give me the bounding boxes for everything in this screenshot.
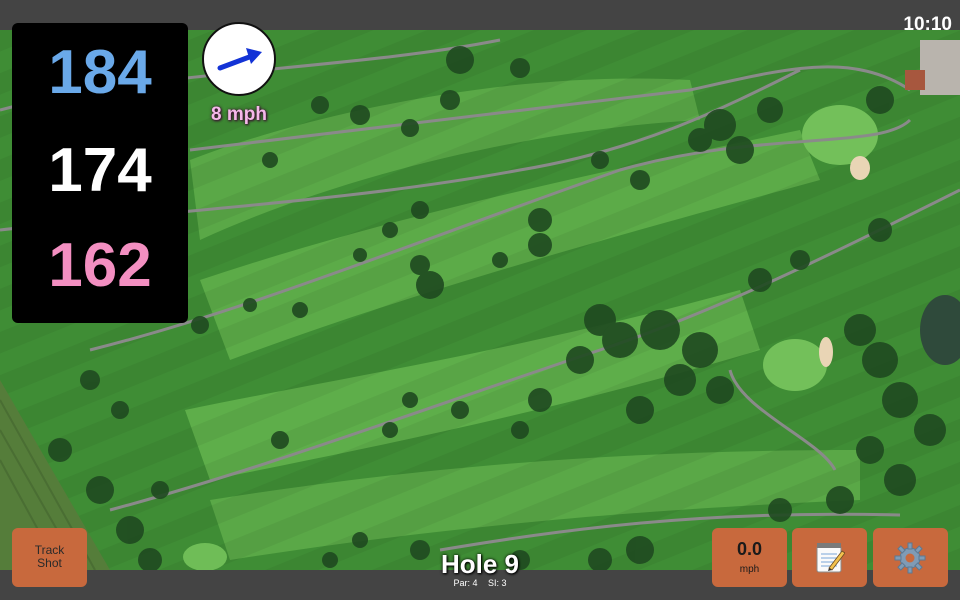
track-shot-button[interactable]: Track Shot	[12, 528, 87, 587]
wind-speed-label: 8 mph	[211, 104, 267, 125]
hole-meta: Par: 4 SI: 3	[380, 578, 580, 588]
speed-button[interactable]: 0.0 mph	[712, 528, 787, 587]
bunker	[819, 337, 833, 367]
stroke-index-label: SI: 3	[488, 578, 507, 588]
middle-green-distance: 174	[48, 136, 152, 205]
speed-unit: mph	[739, 564, 760, 575]
clubhouse-building	[920, 40, 960, 95]
wind-direction-dial	[202, 22, 276, 96]
wind-arrow-icon	[217, 48, 262, 71]
front-green-distance: 162	[48, 231, 152, 300]
settings-button[interactable]	[873, 528, 948, 587]
green-bottom	[183, 543, 227, 570]
speed-value: 0.0	[736, 539, 763, 559]
distance-panel: 184 174 162	[12, 23, 188, 323]
hole-title: Hole 9	[440, 549, 520, 579]
green-right	[763, 339, 827, 391]
bunker	[850, 156, 870, 180]
track-shot-label-line2: Shot	[37, 556, 62, 570]
notepad-icon	[816, 543, 845, 573]
notes-button[interactable]	[792, 528, 867, 587]
back-green-distance: 184	[48, 38, 152, 107]
gear-icon	[894, 542, 926, 574]
par-label: Par: 4	[453, 578, 478, 588]
